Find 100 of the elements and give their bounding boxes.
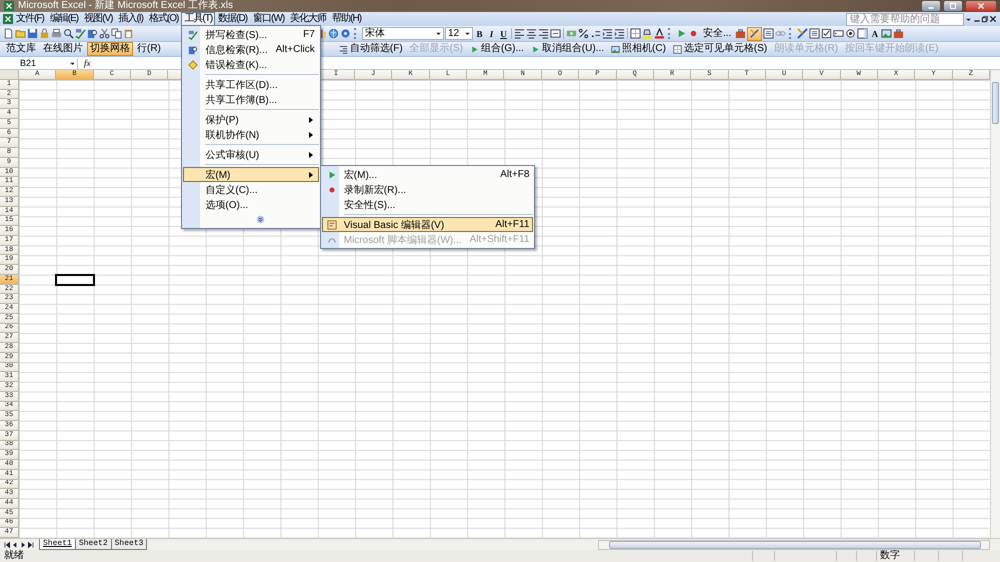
text-box-icon[interactable]: [833, 28, 844, 39]
toolbar-button[interactable]: 取消组合(U)...: [528, 42, 608, 56]
align-right-icon[interactable]: [338, 44, 348, 54]
clipboard-icon[interactable]: [123, 28, 134, 39]
toolbar-button[interactable]: 选定可见单元格(S): [670, 42, 770, 56]
minimize-button[interactable]: [922, 1, 940, 11]
horizontal-scrollbar[interactable]: [598, 540, 990, 550]
decimal-icon[interactable]: [590, 28, 601, 39]
sheet-tab[interactable]: Sheet1: [39, 539, 76, 550]
toolbox-icon[interactable]: [893, 28, 904, 39]
vertical-scrollbar[interactable]: [990, 70, 1000, 538]
label-tool-button[interactable]: A: [869, 28, 880, 39]
format-button[interactable]: U: [498, 28, 509, 39]
magnifier-icon[interactable]: [63, 28, 74, 39]
menu-item[interactable]: 共享工作区(D)...: [183, 77, 319, 92]
menu-bar-item[interactable]: 插入(I): [115, 12, 146, 26]
menu-item[interactable]: 选项(O)...: [183, 197, 319, 212]
menu-bar-item[interactable]: 视图(V): [81, 12, 116, 26]
play-icon[interactable]: [530, 44, 540, 54]
printer-icon[interactable]: [51, 28, 62, 39]
menu-bar-item[interactable]: 格式(O): [146, 12, 182, 26]
spell-check-icon: [188, 30, 198, 40]
indent-icon[interactable]: [602, 28, 613, 39]
sheet-tab[interactable]: Sheet3: [110, 539, 148, 550]
submenu-arrow-icon: [308, 132, 314, 138]
align-right-icon[interactable]: [538, 28, 549, 39]
help-search-field[interactable]: 键入需要帮助的问题: [846, 12, 964, 26]
font-size-dropdown[interactable]: 12: [445, 27, 473, 40]
design-mode-button[interactable]: [747, 26, 762, 40]
image-icon[interactable]: [611, 44, 620, 54]
menu-item[interactable]: 联机协作(N): [183, 127, 319, 142]
spell-check-icon[interactable]: [75, 28, 86, 39]
list-box-icon[interactable]: [857, 28, 868, 39]
menu-item[interactable]: Visual Basic 编辑器(V) Alt+F11: [322, 217, 534, 232]
excel-logo-icon[interactable]: [3, 14, 13, 24]
image-icon[interactable]: [881, 28, 892, 39]
menu-bar-item[interactable]: 数据(D): [215, 12, 250, 26]
new-page-icon[interactable]: [3, 28, 14, 39]
indent-icon[interactable]: [614, 28, 625, 39]
active-cell[interactable]: [55, 274, 95, 286]
menu-item[interactable]: 宏(M)... Alt+F8: [322, 167, 534, 182]
format-button[interactable]: B: [474, 28, 485, 39]
border-icon[interactable]: [672, 44, 682, 54]
menu-item[interactable]: 公式审核(U): [183, 147, 319, 162]
menu-item[interactable]: 宏(M): [183, 167, 319, 182]
close-icon[interactable]: [989, 15, 997, 23]
menu-bar-item[interactable]: 工具(T): [181, 12, 216, 26]
menu-item[interactable]: 共享工作簿(B)...: [183, 92, 319, 107]
menu-item[interactable]: 安全性(S)...: [322, 197, 534, 212]
menu-bar-item[interactable]: 编辑(E): [46, 12, 82, 26]
toolbar-button[interactable]: 在线图片: [40, 42, 86, 56]
menu-item[interactable]: 错误检查(K)...: [183, 57, 319, 72]
properties-icon[interactable]: [809, 28, 820, 39]
properties-icon[interactable]: [763, 28, 774, 39]
fill-color-icon[interactable]: [642, 28, 653, 39]
record-icon[interactable]: [688, 28, 699, 39]
menu-item[interactable]: 保护(P): [183, 112, 319, 127]
play-icon[interactable]: [470, 44, 480, 54]
expand-chevron-icon[interactable]: [256, 215, 265, 224]
padlock-icon[interactable]: [39, 28, 50, 39]
radio-button-icon[interactable]: [845, 28, 856, 39]
research-icon[interactable]: [87, 28, 98, 39]
menu-item[interactable]: 信息检索(R)... Alt+Click: [183, 42, 319, 57]
toolbar-button[interactable]: 切换网格: [87, 42, 133, 56]
align-left-icon[interactable]: [514, 28, 525, 39]
last-sheet-icon[interactable]: [27, 540, 35, 548]
menu-item[interactable]: 自定义(C)...: [183, 182, 319, 197]
font-color-icon[interactable]: [654, 28, 665, 39]
menu-item[interactable]: 拼写检查(S)... F7: [183, 27, 319, 42]
globe-icon[interactable]: [328, 28, 339, 39]
menu-bar-item[interactable]: 帮助(H): [329, 12, 364, 26]
folder-icon[interactable]: [15, 28, 26, 39]
toolbox-icon[interactable]: [735, 28, 746, 39]
insert-function-button[interactable]: fx: [84, 58, 90, 68]
menu-bar-item[interactable]: 美化大师: [287, 12, 330, 26]
copy-icon[interactable]: [111, 28, 122, 39]
border-icon[interactable]: [630, 28, 641, 39]
percent-icon[interactable]: [578, 28, 589, 39]
toolbar-button[interactable]: 自动筛选(F): [336, 42, 406, 56]
help-icon[interactable]: [340, 28, 351, 39]
security-button[interactable]: 安全...: [700, 26, 734, 40]
sheet-tab[interactable]: Sheet2: [74, 539, 112, 550]
restore-icon[interactable]: [981, 15, 989, 23]
design-mode-icon[interactable]: [797, 28, 808, 39]
play-icon[interactable]: [676, 28, 687, 39]
first-sheet-icon[interactable]: [3, 540, 11, 548]
toolbar-button[interactable]: 范文库: [3, 42, 39, 56]
checkbox-icon[interactable]: [821, 28, 832, 39]
toolbar-button[interactable]: 照相机(C): [608, 42, 669, 56]
font-dropdown[interactable]: 宋体: [362, 27, 444, 40]
close-button[interactable]: [966, 1, 996, 11]
menu-item[interactable]: 录制新宏(R)...: [322, 182, 534, 197]
format-button[interactable]: I: [486, 28, 497, 39]
menu-bar-item[interactable]: 文件(F): [13, 12, 47, 26]
merge-cells-icon[interactable]: [550, 28, 561, 39]
toolbar-button[interactable]: 组合(G)...: [467, 42, 527, 56]
toolbar-button[interactable]: 行(R): [134, 42, 164, 56]
align-center-icon[interactable]: [526, 28, 537, 39]
scissors-icon[interactable]: [99, 28, 110, 39]
menu-bar-item[interactable]: 窗口(W): [250, 12, 288, 26]
